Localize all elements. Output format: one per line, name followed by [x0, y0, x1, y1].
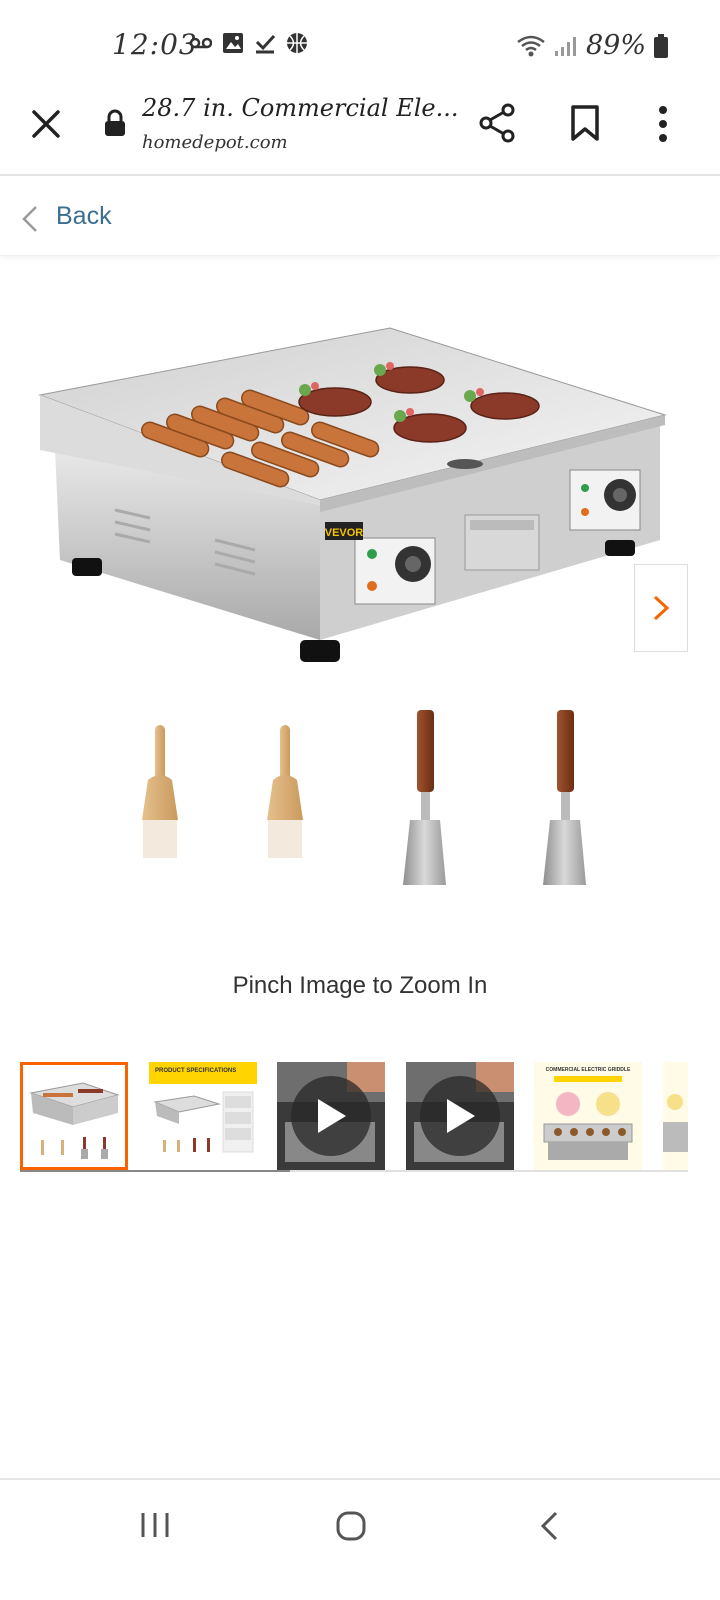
chevron-right-icon [653, 595, 670, 621]
status-bar: 12:03 89% [0, 0, 720, 90]
system-icons: 89% [516, 30, 668, 61]
brush-right [267, 725, 303, 858]
download-done-icon [255, 34, 276, 54]
thumbnail-1[interactable] [20, 1062, 128, 1170]
thumbnail-video-2[interactable] [406, 1062, 514, 1170]
spatula-left [403, 710, 446, 885]
wifi-icon [517, 35, 545, 56]
back-link[interactable]: Back [0, 178, 720, 256]
status-time: 12:03 [112, 28, 198, 61]
system-navigation-bar [0, 1478, 720, 1600]
thumbnail-video-1[interactable] [277, 1062, 385, 1170]
back-label: Back [56, 202, 112, 230]
page-domain[interactable]: homedepot.com [142, 132, 288, 153]
page-title[interactable]: 28.7 in. Commercial Ele... [142, 94, 458, 122]
brush-left [142, 725, 178, 858]
more-options-icon[interactable] [656, 104, 670, 144]
back-nav-icon[interactable] [538, 1510, 560, 1542]
thumbnail-scroll-thumb[interactable] [20, 1170, 290, 1172]
play-icon[interactable] [420, 1076, 500, 1156]
griddle-illustration: VEVOR [38, 327, 667, 885]
thumbnail-2[interactable]: PRODUCT SPECIFICATIONS [149, 1062, 257, 1170]
thumbnail-strip[interactable]: PRODUCT SPECIFICATIONS COMMERCIAL ELECTR… [20, 1062, 688, 1174]
notification-icons [190, 32, 308, 54]
lock-icon [105, 109, 125, 136]
home-icon[interactable] [335, 1510, 367, 1542]
zoom-hint: Pinch Image to Zoom In [232, 972, 488, 999]
thumbnail-5[interactable]: COMMERCIAL ELECTRIC GRIDDLE [534, 1062, 642, 1170]
spatula-right [543, 710, 586, 885]
thumbnail-6[interactable] [663, 1062, 688, 1170]
battery-percent: 89% [585, 30, 646, 61]
thumbnail-2-caption: PRODUCT SPECIFICATIONS [155, 1068, 236, 1074]
bookmark-icon[interactable] [570, 104, 600, 142]
next-image-button[interactable] [634, 564, 688, 652]
signal-icon [554, 36, 576, 56]
play-icon[interactable] [291, 1076, 371, 1156]
chevron-left-icon [22, 206, 37, 232]
battery-icon [654, 33, 668, 58]
thumbnail-5-caption: COMMERCIAL ELECTRIC GRIDDLE [546, 1067, 631, 1073]
recent-apps-icon[interactable] [138, 1510, 172, 1540]
basketball-icon [287, 33, 307, 53]
voicemail-icon [190, 37, 212, 49]
brand-label: VEVOR [325, 527, 364, 539]
browser-toolbar: 28.7 in. Commercial Ele... homedepot.com [0, 90, 720, 176]
share-icon[interactable] [478, 102, 518, 144]
gallery-icon [223, 33, 243, 53]
product-image[interactable]: VEVOR [0, 300, 720, 920]
close-icon[interactable] [28, 106, 64, 142]
